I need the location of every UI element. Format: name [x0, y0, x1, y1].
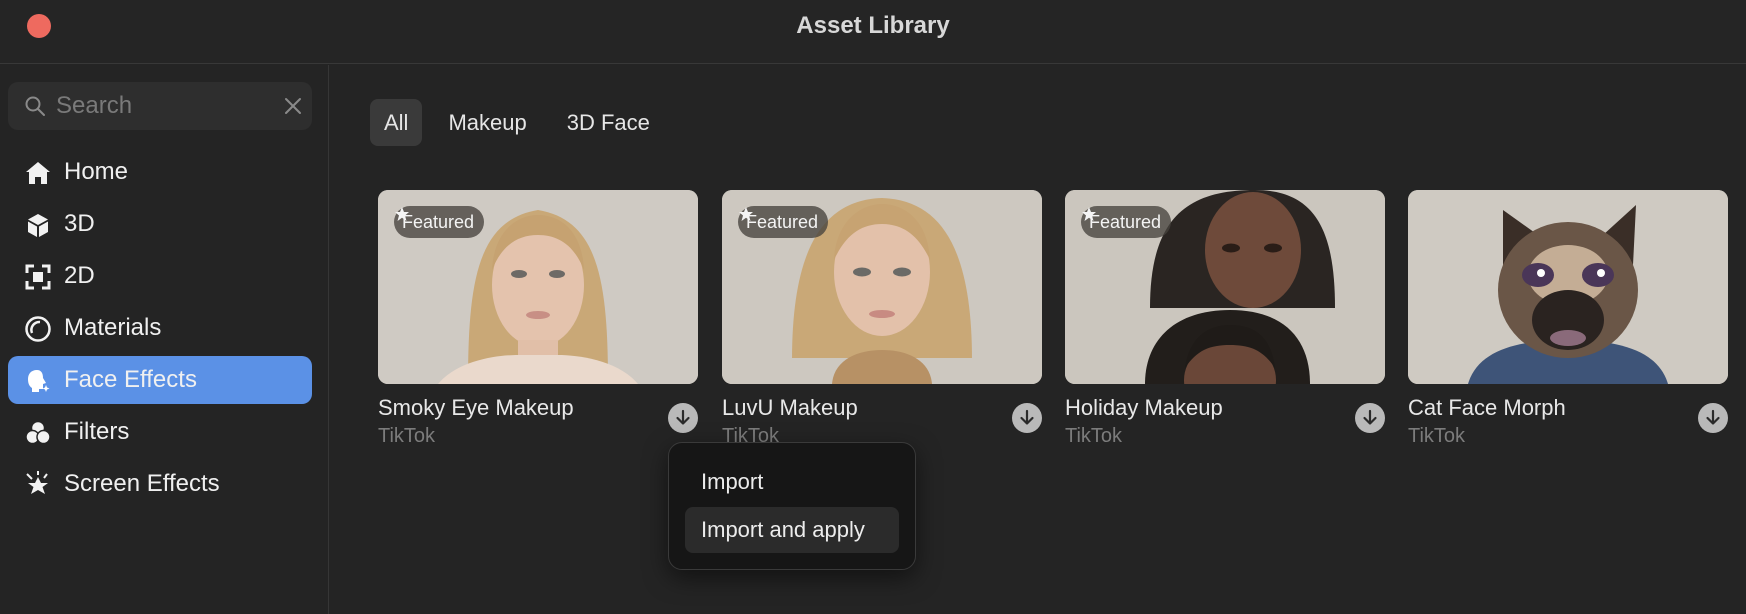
main-content: All Makeup 3D Face Featured Smoky Eye Ma…	[330, 65, 1746, 614]
star-icon	[395, 207, 409, 221]
sidebar-item-screen-effects[interactable]: Screen Effects	[8, 460, 312, 508]
download-button[interactable]	[1698, 403, 1728, 433]
asset-thumbnail[interactable]: Featured	[378, 190, 698, 384]
sidebar-item-home[interactable]: Home	[8, 148, 312, 196]
sidebar-item-label: Filters	[64, 418, 130, 445]
sidebar-item-label: Materials	[64, 314, 162, 341]
menu-item-import[interactable]: Import	[685, 459, 899, 505]
sidebar-item-label: Home	[64, 158, 129, 185]
asset-thumbnail[interactable]: Featured	[722, 190, 1042, 384]
asset-author: TikTok	[378, 425, 436, 447]
material-sphere-icon	[25, 316, 51, 342]
sidebar-item-3d[interactable]: 3D	[8, 200, 312, 248]
asset-title: Holiday Makeup	[1065, 395, 1223, 420]
asset-title: LuvU Makeup	[722, 395, 858, 420]
download-icon	[1020, 409, 1034, 425]
featured-badge: Featured	[394, 206, 485, 238]
featured-badge: Featured	[738, 206, 829, 238]
clear-search-icon[interactable]	[282, 95, 304, 117]
download-icon	[1363, 409, 1377, 425]
sidebar: Home 3D 2D	[0, 65, 329, 614]
asset-card: Featured Holiday Makeup TikTok	[1065, 190, 1385, 447]
sidebar-item-label: Screen Effects	[64, 470, 220, 497]
home-icon	[26, 162, 50, 184]
window-title: Asset Library	[796, 12, 950, 39]
download-button[interactable]	[1355, 403, 1385, 433]
asset-card: Cat Face Morph TikTok	[1408, 190, 1728, 447]
download-button[interactable]	[1012, 403, 1042, 433]
frame-icon	[25, 264, 51, 290]
featured-badge: Featured	[1081, 206, 1172, 238]
tab-all[interactable]: All	[370, 99, 423, 146]
sidebar-item-label: 2D	[64, 262, 95, 289]
asset-card: Featured Smoky Eye Makeup TikTok	[378, 190, 698, 447]
asset-library-window: Asset Library Home	[0, 0, 1746, 614]
search-icon	[25, 96, 45, 116]
search-input[interactable]	[56, 88, 266, 124]
sidebar-item-face-effects[interactable]: Face Effects	[8, 356, 312, 404]
title-bar: Asset Library	[0, 0, 1746, 64]
asset-card: Featured LuvU Makeup TikTok	[722, 190, 1042, 447]
tab-3d-face[interactable]: 3D Face	[553, 99, 664, 146]
sidebar-nav: Home 3D 2D Materials Face Effects Filter…	[8, 148, 312, 512]
category-tabs: All Makeup 3D Face	[370, 99, 676, 146]
cat-face-image	[1408, 190, 1728, 384]
sidebar-item-filters[interactable]: Filters	[8, 408, 312, 456]
tab-makeup[interactable]: Makeup	[434, 99, 540, 146]
download-icon	[1706, 409, 1720, 425]
asset-author: TikTok	[1065, 425, 1123, 447]
star-icon	[739, 207, 753, 221]
sidebar-item-label: Face Effects	[64, 366, 197, 393]
search-box	[8, 82, 312, 130]
sidebar-item-materials[interactable]: Materials	[8, 304, 312, 352]
asset-thumbnail[interactable]: Featured	[1065, 190, 1385, 384]
sidebar-item-label: 3D	[64, 210, 95, 237]
import-menu: Import Import and apply	[668, 442, 916, 570]
sparkle-icon	[26, 471, 48, 494]
download-button[interactable]	[668, 403, 698, 433]
cube-icon	[28, 214, 48, 237]
download-icon	[676, 409, 690, 425]
star-icon	[1082, 207, 1096, 221]
asset-title: Cat Face Morph	[1408, 395, 1566, 420]
asset-author: TikTok	[1408, 425, 1466, 447]
sidebar-item-2d[interactable]: 2D	[8, 252, 312, 300]
asset-title: Smoky Eye Makeup	[378, 395, 574, 420]
filters-icon	[25, 420, 51, 445]
face-effects-icon	[28, 370, 50, 392]
asset-thumbnail[interactable]	[1408, 190, 1728, 384]
menu-item-import-and-apply[interactable]: Import and apply	[685, 507, 899, 553]
